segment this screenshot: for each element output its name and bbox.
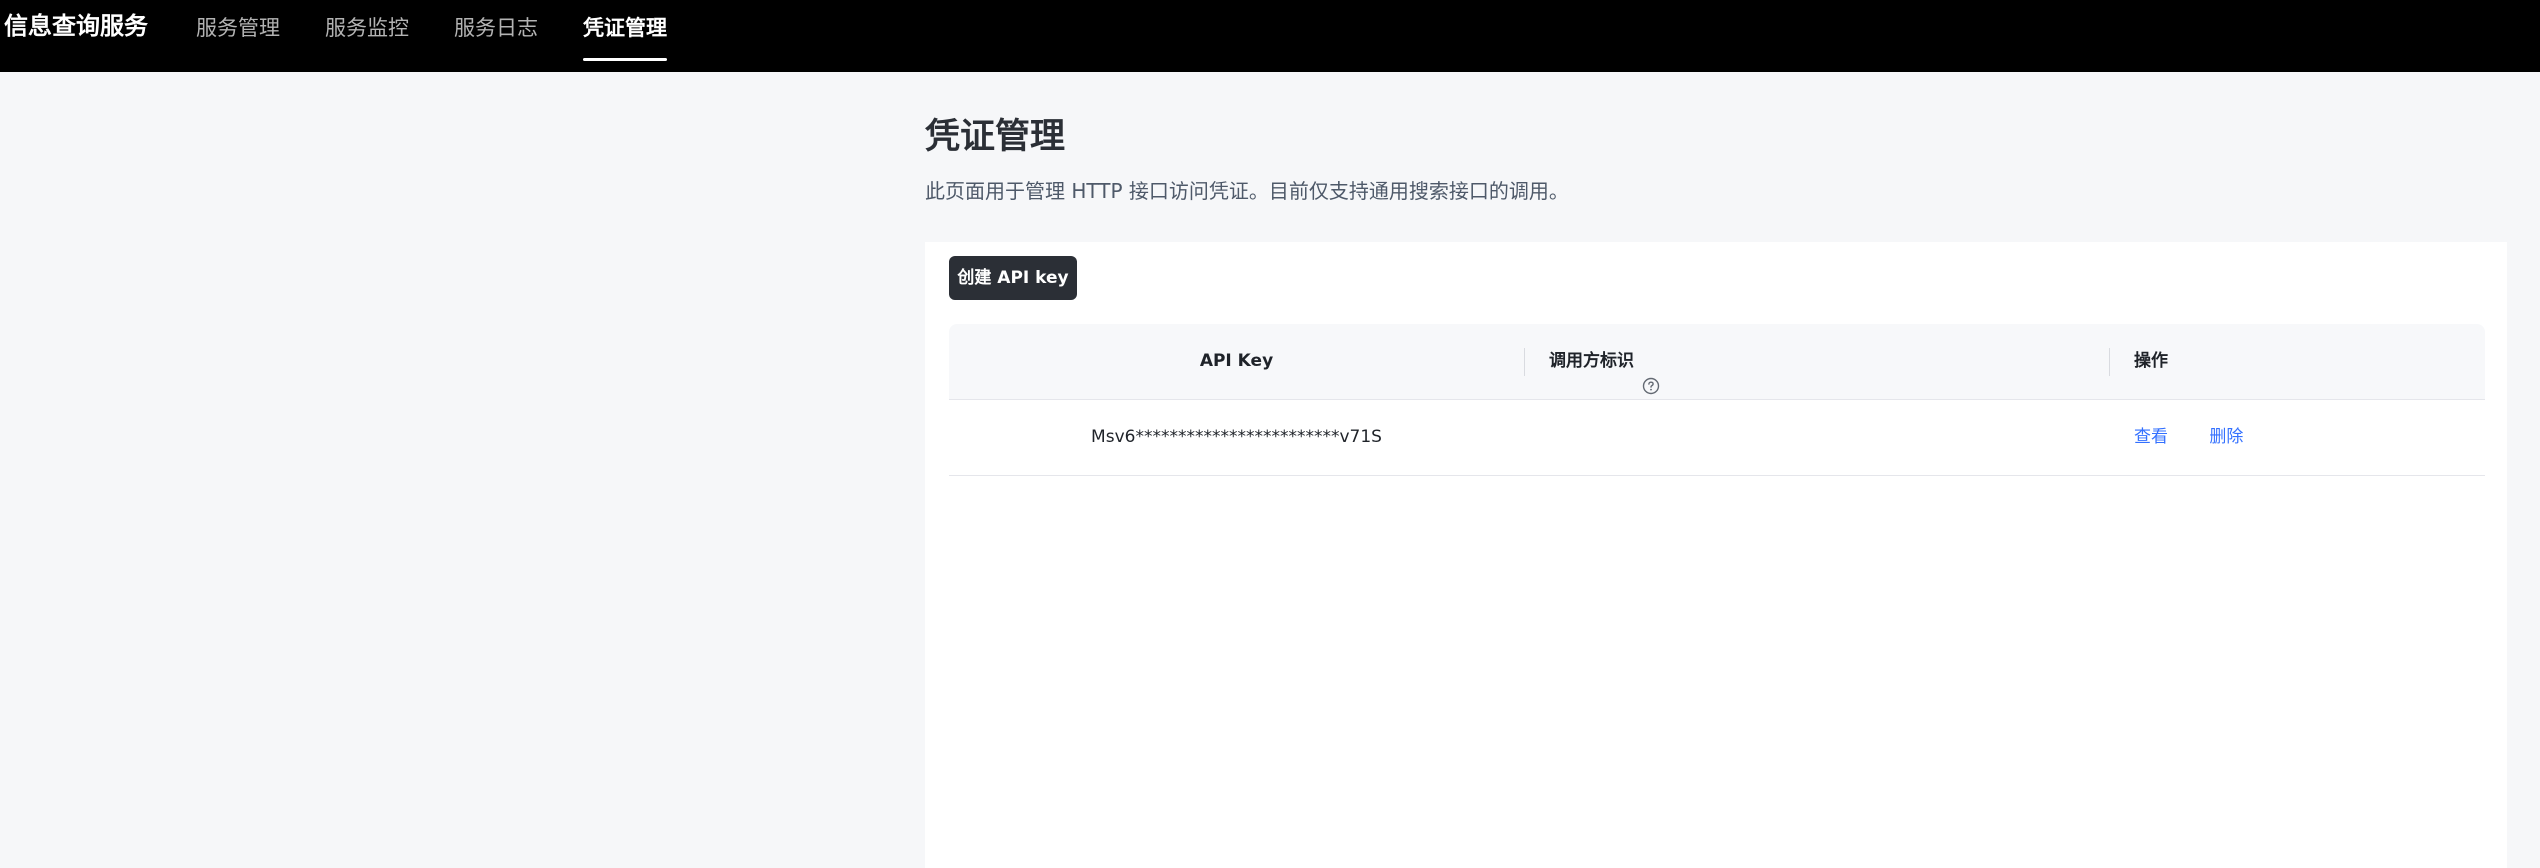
app-brand[interactable]: 信息查询服务 <box>4 12 148 40</box>
credentials-card: 创建 API key API Key 调用方标识 操作 Msv6********… <box>925 242 2507 868</box>
column-header-caller-id: 调用方标识 <box>1549 324 1660 399</box>
delete-link[interactable]: 删除 <box>2209 427 2243 447</box>
tab-service-logs[interactable]: 服务日志 <box>454 0 538 72</box>
row-actions: 查看 删除 <box>2134 400 2279 475</box>
table-row: Msv6************************v71S 查看 删除 <box>949 400 2485 476</box>
top-nav-bar: 信息查询服务 服务管理 服务监控 服务日志 凭证管理 <box>0 0 2540 72</box>
column-divider <box>1524 348 1525 376</box>
api-key-table: API Key 调用方标识 操作 Msv6*******************… <box>949 324 2485 476</box>
tab-service-monitoring[interactable]: 服务监控 <box>325 0 409 72</box>
api-key-value: Msv6************************v71S <box>1091 427 1382 447</box>
create-api-key-button[interactable]: 创建 API key <box>949 256 1077 300</box>
tab-service-management[interactable]: 服务管理 <box>196 0 280 72</box>
tab-credential-management[interactable]: 凭证管理 <box>583 0 667 72</box>
page-title: 凭证管理 <box>925 117 1066 157</box>
table-header: API Key 调用方标识 操作 <box>949 324 2485 400</box>
column-header-actions: 操作 <box>2134 351 2168 371</box>
view-link[interactable]: 查看 <box>2134 427 2168 447</box>
column-header-api-key: API Key <box>1199 351 1274 371</box>
column-divider <box>2109 348 2110 376</box>
column-header-caller-id-label: 调用方标识 <box>1549 351 1634 371</box>
nav-tabs: 服务管理 服务监控 服务日志 凭证管理 <box>196 0 712 72</box>
question-circle-icon[interactable] <box>1642 353 1660 394</box>
page-description: 此页面用于管理 HTTP 接口访问凭证。目前仅支持通用搜索接口的调用。 <box>925 179 1569 203</box>
